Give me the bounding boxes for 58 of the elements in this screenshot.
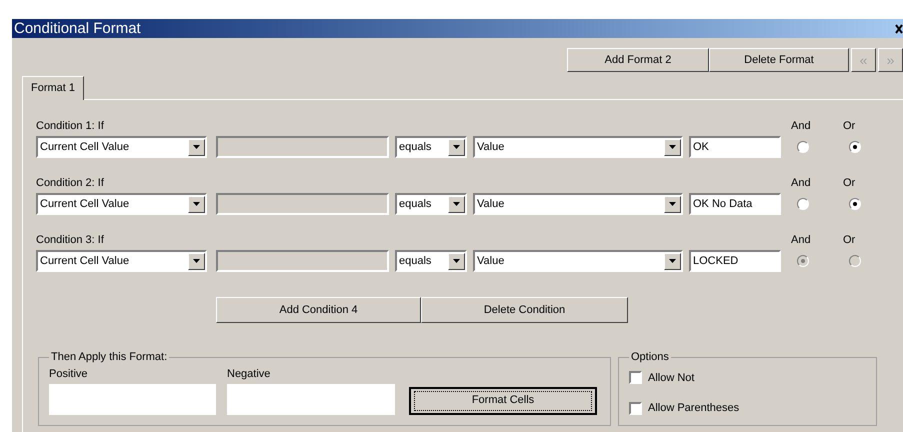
negative-label: Negative: [227, 366, 272, 382]
field-dropdown[interactable]: Current Cell Value: [36, 193, 207, 215]
operator-dropdown[interactable]: equals: [395, 136, 467, 158]
dropdown-button[interactable]: [188, 138, 205, 156]
value-field[interactable]: OK No Data: [689, 193, 781, 215]
dropdown-button[interactable]: [664, 252, 681, 270]
caret-icon: [193, 145, 200, 149]
radio-button[interactable]: [797, 198, 809, 210]
input-field[interactable]: [216, 193, 389, 215]
input-field[interactable]: [216, 250, 389, 272]
dropdown-button[interactable]: [188, 196, 205, 212]
dropdown-button[interactable]: [448, 252, 465, 270]
group-title: Then Apply this Format:: [50, 350, 168, 365]
checkbox-label: Allow Parentheses: [648, 401, 740, 416]
button[interactable]: Add Format 2: [567, 48, 709, 72]
dropdown-button[interactable]: [448, 196, 465, 212]
dropdown-button[interactable]: [664, 138, 681, 156]
or-label: Or: [843, 176, 856, 190]
field-dropdown[interactable]: Current Cell Value: [36, 136, 207, 158]
button[interactable]: Add Condition 4: [216, 297, 421, 323]
and-label: And: [791, 176, 812, 190]
caret-icon: [669, 145, 676, 149]
button[interactable]: Format Cells: [409, 386, 597, 414]
type-dropdown[interactable]: Value: [473, 136, 683, 158]
tab[interactable]: Format 1: [22, 76, 84, 100]
or-label: Or: [843, 232, 856, 248]
dropdown-button[interactable]: [188, 252, 205, 270]
dropdown-button[interactable]: [664, 196, 681, 212]
checkbox-label: Allow Not: [648, 370, 694, 386]
radio-button[interactable]: [849, 141, 861, 153]
condition-label: Condition 1: If: [36, 118, 105, 134]
caret-icon: [669, 259, 676, 263]
type-dropdown[interactable]: Value: [473, 193, 683, 215]
and-label: And: [791, 118, 812, 134]
caret-icon: [453, 259, 460, 263]
button[interactable]: Delete Condition: [421, 297, 628, 323]
operator-dropdown[interactable]: equals: [395, 193, 467, 215]
condition-label: Condition 3: If: [36, 232, 105, 248]
condition-label: Condition 2: If: [36, 176, 105, 190]
caret-icon: [453, 202, 460, 206]
input-field[interactable]: [216, 136, 389, 158]
close-icon[interactable]: [895, 24, 903, 34]
window-title: Conditional Format: [13, 21, 141, 36]
caret-icon: [193, 202, 200, 206]
button[interactable]: Delete Format: [709, 48, 849, 72]
caret-icon: [453, 145, 460, 149]
positive-label: Positive: [49, 366, 89, 382]
dropdown-button[interactable]: [448, 138, 465, 156]
or-label: Or: [843, 118, 856, 134]
checkbox[interactable]: [629, 371, 642, 384]
caret-icon: [193, 259, 200, 263]
and-label: And: [791, 232, 812, 248]
value-field[interactable]: OK: [689, 136, 781, 158]
checkbox[interactable]: [629, 402, 642, 415]
radio-button[interactable]: [797, 141, 809, 153]
caret-icon: [669, 202, 676, 206]
group-title: Options: [630, 350, 670, 365]
radio-button[interactable]: [849, 198, 861, 210]
